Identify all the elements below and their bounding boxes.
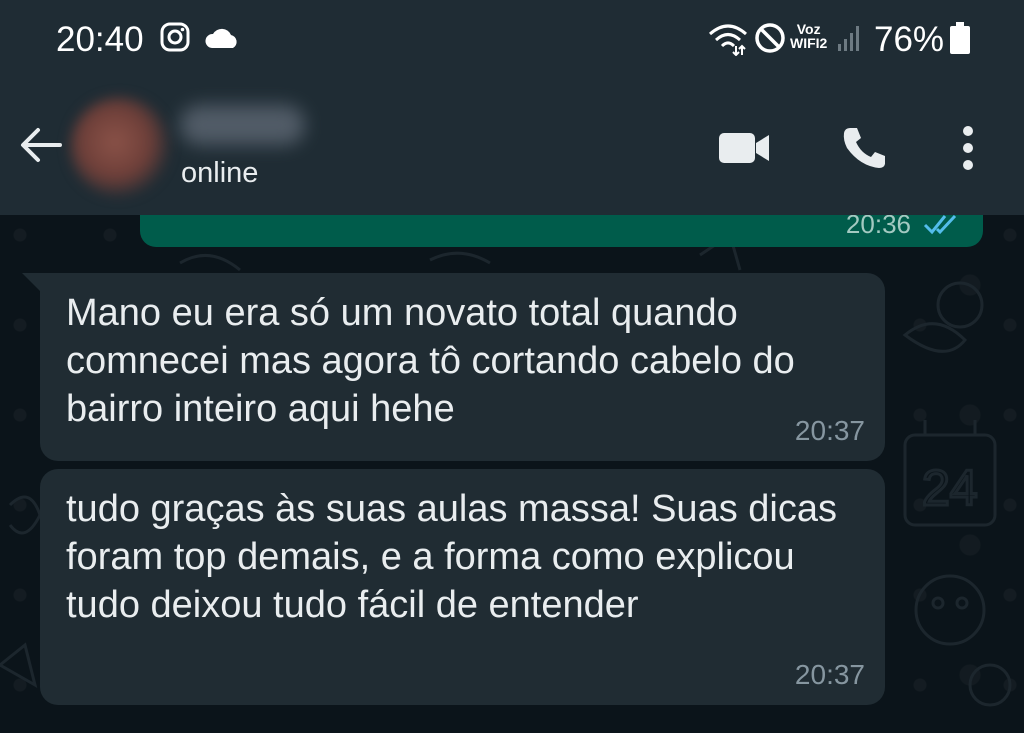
incoming-message[interactable]: Mano eu era só um novato total quando co… <box>22 273 885 461</box>
outgoing-message-partial[interactable]: entender 20:36 <box>140 215 983 247</box>
contact-name-blurred[interactable] <box>180 105 305 145</box>
video-call-icon[interactable] <box>718 131 770 165</box>
status-time: 20:40 <box>56 20 144 59</box>
dnd-icon <box>755 23 785 53</box>
message-time: 20:36 <box>845 215 911 239</box>
voice-call-icon[interactable] <box>840 125 888 169</box>
message-time: 20:37 <box>794 415 865 446</box>
bubble-tail <box>22 273 44 295</box>
more-options-icon[interactable] <box>960 125 976 171</box>
battery-percent: 76% <box>874 20 945 59</box>
wifi-calling-icon <box>709 24 747 56</box>
voz-label: Voz <box>796 21 821 37</box>
back-arrow-icon[interactable] <box>18 125 64 165</box>
battery-icon <box>950 22 970 54</box>
wifi2-label: WIFI2 <box>790 35 828 51</box>
message-time: 20:37 <box>794 659 865 690</box>
chat-area[interactable]: 24 entender 20:36 Mano eu era só um nova… <box>0 215 1024 733</box>
top-bar: 20:40 Voz WIFI2 76% online <box>0 0 1024 215</box>
instagram-icon <box>160 22 190 52</box>
message-text: Mano eu era só um novato total quando co… <box>66 292 795 430</box>
incoming-message[interactable]: tudo graças às suas aulas massa! Suas di… <box>40 469 885 705</box>
chat-header: online <box>0 95 1024 215</box>
double-check-icon <box>923 215 957 235</box>
cloud-icon <box>205 28 237 48</box>
voz-wifi-indicator: Voz WIFI2 <box>790 22 827 50</box>
contact-avatar[interactable] <box>70 97 170 197</box>
signal-icon <box>838 26 859 51</box>
presence-status: online <box>181 157 259 189</box>
status-bar: 20:40 Voz WIFI2 76% <box>0 0 1024 78</box>
message-text: tudo graças às suas aulas massa! Suas di… <box>66 488 837 626</box>
svg-text:24: 24 <box>922 460 978 516</box>
